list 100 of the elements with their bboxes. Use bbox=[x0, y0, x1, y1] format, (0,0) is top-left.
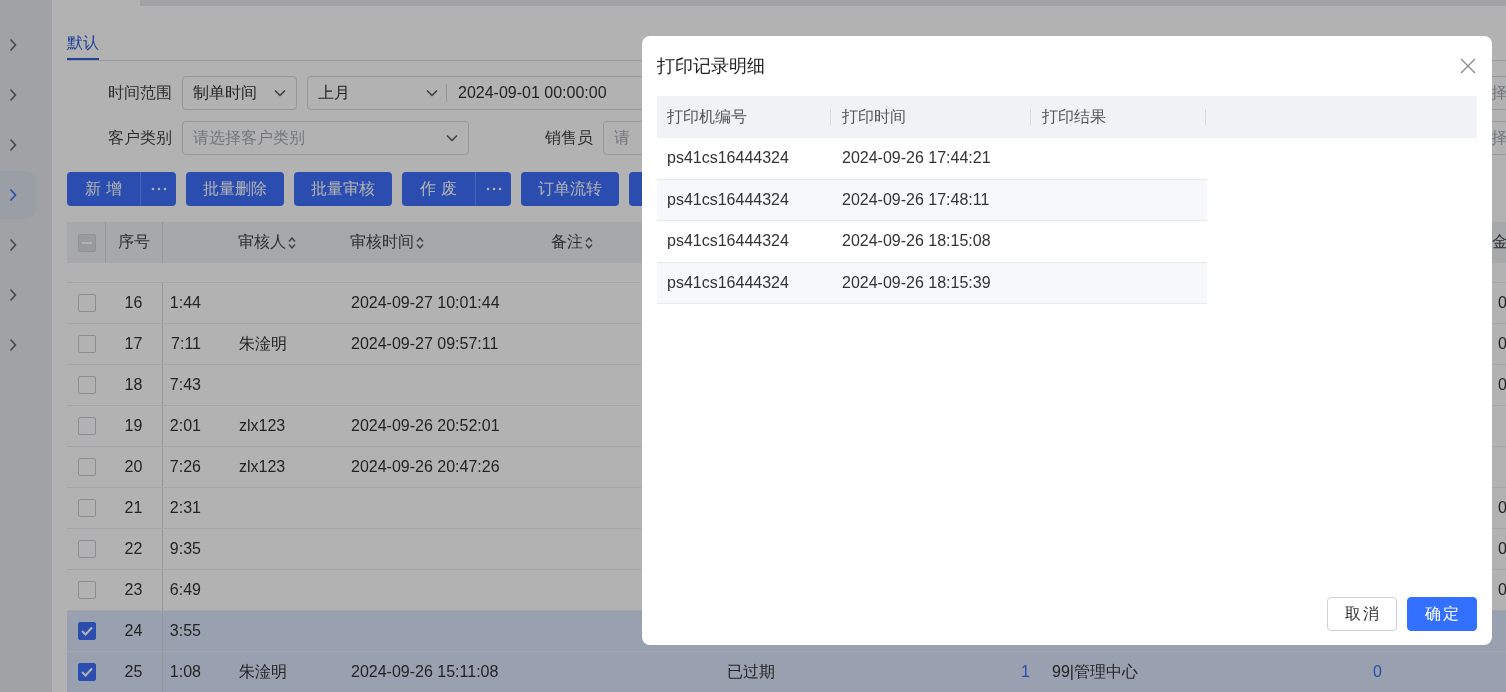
table-cell: 2024-09-27 09:57:11 bbox=[351, 335, 499, 353]
table-cell: 24 bbox=[124, 622, 143, 640]
table-cell: 16 bbox=[124, 294, 143, 312]
close-button[interactable] bbox=[1460, 58, 1476, 74]
table-cell: 2024-09-26 20:52:01 bbox=[351, 417, 500, 435]
table-cell: 1:08 bbox=[169, 663, 201, 681]
table-cell: 25 bbox=[124, 663, 143, 681]
table-cell: 2024-09-27 10:01:44 bbox=[351, 294, 500, 312]
checkmark-icon bbox=[81, 626, 93, 636]
close-icon bbox=[1460, 58, 1476, 74]
table-cell: 6:49 bbox=[169, 581, 201, 599]
filter-label: 客户类别 bbox=[107, 127, 172, 148]
table-cell: 21 bbox=[124, 499, 143, 517]
select-placeholder: 择 bbox=[1491, 82, 1506, 103]
row-checkbox[interactable] bbox=[78, 622, 96, 640]
more-icon bbox=[150, 187, 167, 191]
table-cell: 1:44 bbox=[169, 294, 201, 312]
filter-label: 销售员 bbox=[544, 127, 593, 148]
column-header[interactable]: 审核人 bbox=[238, 232, 286, 253]
filter-label: 时间范围 bbox=[107, 82, 172, 103]
select-value: 上月 bbox=[318, 82, 351, 103]
row-checkbox[interactable] bbox=[78, 417, 96, 435]
more-button[interactable] bbox=[140, 172, 176, 206]
table-cell: ps41cs16444324 bbox=[667, 190, 789, 209]
table-cell: 2:01 bbox=[169, 417, 201, 435]
row-checkbox[interactable] bbox=[78, 376, 96, 394]
table-cell: ps41cs16444324 bbox=[667, 273, 789, 292]
column-header[interactable]: 备注 bbox=[551, 232, 583, 253]
table-cell: 0 bbox=[1498, 335, 1506, 353]
chevron-down-icon bbox=[426, 89, 438, 97]
row-checkbox[interactable] bbox=[78, 663, 96, 681]
chevron-right-icon bbox=[9, 38, 17, 52]
table-cell: 9:35 bbox=[169, 540, 201, 558]
chevron-right-icon bbox=[9, 188, 17, 202]
table-cell: 2024-09-26 20:47:26 bbox=[351, 458, 500, 476]
table-cell: 2024-09-26 17:44:21 bbox=[842, 149, 991, 168]
table-cell: zlx123 bbox=[239, 417, 286, 435]
chevron-right-icon bbox=[9, 88, 17, 102]
table-cell: 2024-09-26 18:15:08 bbox=[842, 232, 991, 251]
table-cell-text: 已过期 bbox=[727, 661, 775, 682]
toolbar-button[interactable]: 作 废 bbox=[402, 172, 475, 206]
select-placeholder: 择 bbox=[1491, 127, 1506, 148]
table-cell: 22 bbox=[124, 540, 143, 558]
table-cell: 2024-09-26 18:15:39 bbox=[842, 273, 991, 292]
toolbar-button[interactable]: 新 增 bbox=[67, 172, 140, 206]
table-cell: ps41cs16444324 bbox=[667, 149, 789, 168]
table-cell: 2:31 bbox=[169, 499, 201, 517]
table-cell: 2024-09-26 15:11:08 bbox=[351, 663, 499, 681]
row-checkbox[interactable] bbox=[78, 540, 96, 558]
cancel-button[interactable]: 取消 bbox=[1327, 597, 1397, 631]
chevron-right-icon bbox=[9, 238, 17, 252]
table-cell: 20 bbox=[124, 458, 143, 476]
select-placeholder: 请选择客户类别 bbox=[193, 127, 305, 148]
table-cell: 0 bbox=[1373, 663, 1382, 681]
tab[interactable]: 默认 bbox=[67, 32, 99, 60]
table-cell-text: 朱淦明 bbox=[239, 333, 287, 354]
column-header[interactable]: 审核时间 bbox=[350, 232, 414, 253]
sidebar-item[interactable] bbox=[0, 171, 36, 219]
column-header[interactable]: 序号 bbox=[118, 232, 150, 253]
date-value: 2024-09-01 00:00:00 bbox=[458, 84, 607, 102]
table-cell: 0 bbox=[1498, 581, 1506, 599]
table-cell: 7:11 bbox=[171, 335, 201, 353]
column-header: 打印结果 bbox=[1042, 106, 1106, 127]
row-checkbox[interactable] bbox=[78, 581, 96, 599]
table-cell: 0 bbox=[1498, 499, 1506, 517]
row-checkbox[interactable] bbox=[78, 294, 96, 312]
chevron-right-icon bbox=[9, 138, 17, 152]
chevron-down-icon bbox=[274, 89, 286, 97]
confirm-button[interactable]: 确定 bbox=[1407, 597, 1477, 631]
table-cell: 3:55 bbox=[169, 622, 201, 640]
table-cell: 23 bbox=[124, 581, 143, 599]
chevron-right-icon bbox=[9, 338, 17, 352]
table-cell: 2024-09-26 17:48:11 bbox=[842, 190, 990, 209]
table-cell: 0 bbox=[1498, 294, 1506, 312]
chevron-right-icon bbox=[9, 288, 17, 302]
time-type-select[interactable]: 制单时间 bbox=[182, 76, 297, 110]
table-cell: 7:26 bbox=[169, 458, 201, 476]
table-cell: 1 bbox=[1021, 663, 1030, 681]
column-header: 打印时间 bbox=[842, 106, 906, 127]
toolbar-button[interactable]: 批量审核 bbox=[294, 172, 392, 206]
toolbar-button[interactable]: 订单流转 bbox=[521, 172, 619, 206]
table-cell: 17 bbox=[124, 335, 143, 353]
row-checkbox[interactable] bbox=[78, 458, 96, 476]
table-cell: 18 bbox=[124, 376, 143, 394]
select-placeholder: 请 bbox=[614, 127, 630, 148]
table-cell: ps41cs16444324 bbox=[667, 232, 789, 251]
table-cell-text: 朱淦明 bbox=[239, 661, 287, 682]
table-cell: 0 bbox=[1498, 540, 1506, 558]
row-checkbox[interactable] bbox=[78, 499, 96, 517]
checkmark-icon bbox=[81, 667, 93, 677]
toolbar-button[interactable]: 批量删除 bbox=[186, 172, 284, 206]
more-button[interactable] bbox=[475, 172, 511, 206]
row-checkbox[interactable] bbox=[78, 335, 96, 353]
table-cell: 7:43 bbox=[169, 376, 201, 394]
dialog-title: 打印记录明细 bbox=[657, 55, 765, 78]
table-cell: zlx123 bbox=[239, 458, 286, 476]
chevron-down-icon bbox=[446, 134, 458, 142]
select-value: 制单时间 bbox=[193, 82, 257, 103]
table-cell: 19 bbox=[124, 417, 143, 435]
select-all-checkbox[interactable] bbox=[78, 233, 96, 252]
